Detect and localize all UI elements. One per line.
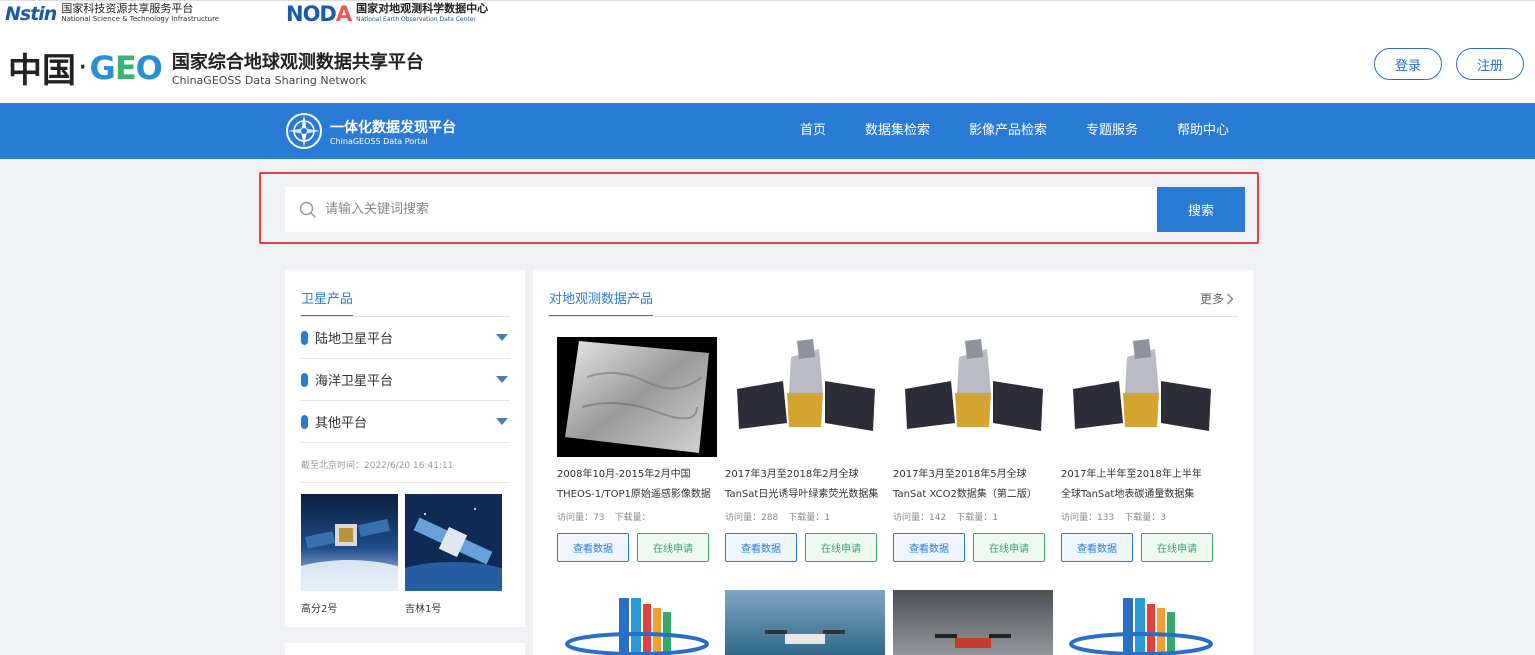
product-thumbnail[interactable]: [893, 337, 1053, 457]
satellite-image: [1061, 337, 1221, 457]
noda-logo[interactable]: NODA 国家对地观测科学数据中心 National Earth Observa…: [286, 2, 489, 26]
nstin-mark: Nstin: [5, 3, 57, 25]
product-thumbnail[interactable]: [1061, 337, 1221, 457]
search-icon: [299, 201, 317, 219]
satellite-image: [893, 337, 1053, 457]
tab-satellite-products[interactable]: 卫星产品: [301, 288, 354, 317]
search-input[interactable]: [325, 187, 1145, 232]
brand-geo: GEO: [89, 48, 163, 87]
nav-dataset-search[interactable]: 数据集检索: [865, 103, 930, 159]
product-card: 2017年3月至2018年2月全球 TanSat日光诱导叶绿素荧光数据集 访问量…: [725, 337, 885, 562]
caret-down-icon: [496, 418, 508, 425]
product-title-line1: 2017年上半年至2018年上半年: [1061, 469, 1202, 480]
compass-icon: [286, 113, 322, 149]
logo-image: [557, 590, 717, 655]
chevron-right-icon: [1226, 292, 1234, 305]
sidebar-item-land-satellite[interactable]: 陆地卫星平台: [301, 317, 510, 359]
product-thumbnail[interactable]: [557, 590, 717, 655]
portal-title-en: ChinaGEOSS Data Portal: [330, 136, 428, 146]
apply-online-button[interactable]: 在线申请: [805, 533, 877, 562]
product-title-line2: TanSat日光诱导叶绿素荧光数据集: [725, 489, 879, 500]
search-box: [285, 187, 1157, 232]
portal-title-cn: 一体化数据发现平台: [330, 119, 456, 136]
thumb-caption-jl1: 吉林1号: [405, 604, 442, 615]
caret-down-icon: [496, 376, 508, 383]
noda-mark: NODA: [286, 2, 352, 26]
download-count: 下载量：1: [788, 513, 830, 523]
more-link[interactable]: 更多: [1200, 290, 1234, 307]
satellite-image: [725, 337, 885, 457]
logo-image: [1061, 590, 1221, 655]
satellite-image: [405, 494, 502, 591]
product-title-line1: 2017年3月至2018年2月全球: [725, 469, 859, 480]
noda-name-en: National Earth Observation Data Center: [356, 16, 476, 23]
bullet-icon: [301, 330, 308, 345]
view-data-button[interactable]: 查看数据: [557, 533, 629, 562]
sidebar-item-other-platform[interactable]: 其他平台: [301, 401, 510, 443]
download-count: 下载量：3: [1124, 513, 1166, 523]
nav-home[interactable]: 首页: [800, 103, 826, 159]
visit-count: 访问量：73: [557, 513, 605, 523]
noda-name-cn: 国家对地观测科学数据中心: [356, 2, 489, 15]
nstin-name-cn: 国家科技资源共享服务平台: [61, 2, 194, 15]
header: Nstin 国家科技资源共享服务平台 National Science & Te…: [0, 0, 1535, 103]
sidebar-panel: 卫星产品 陆地卫星平台 海洋卫星平台 其他平台 截至北京时间：2022/6/20…: [285, 270, 525, 627]
login-button[interactable]: 登录: [1374, 48, 1442, 80]
search-button[interactable]: 搜索: [1157, 187, 1245, 232]
product-title-line2: 全球TanSat地表碳通量数据集: [1061, 489, 1195, 500]
view-data-button[interactable]: 查看数据: [1061, 533, 1133, 562]
update-time: 截至北京时间：2022/6/20 16:41:11: [301, 461, 454, 471]
drone-image: [725, 590, 885, 655]
register-button[interactable]: 注册: [1456, 48, 1524, 80]
main-nav: 一体化数据发现平台 ChinaGEOSS Data Portal 首页 数据集检…: [0, 103, 1535, 159]
nstin-name-en: National Science & Technology Infrastruc…: [61, 15, 220, 23]
sidebar-item-ocean-satellite[interactable]: 海洋卫星平台: [301, 359, 510, 401]
product-card: 2017年3月至2018年5月全球 TanSat XCO2数据集（第二版） 访问…: [893, 337, 1053, 562]
apply-online-button[interactable]: 在线申请: [973, 533, 1045, 562]
product-thumbnail[interactable]: [725, 337, 885, 457]
view-data-button[interactable]: 查看数据: [725, 533, 797, 562]
satellite-thumb-gf2[interactable]: [301, 494, 398, 591]
sar-image: [557, 337, 717, 457]
product-title-line1: 2017年3月至2018年5月全球: [893, 469, 1027, 480]
brand-title-en: ChinaGEOSS Data Sharing Network: [171, 74, 367, 87]
chinageoss-logo[interactable]: 中国 · GEO 国家综合地球观测数据共享平台 ChinaGEOSS Data …: [8, 43, 424, 92]
satellite-image: [301, 494, 398, 591]
visit-count: 访问量：142: [893, 513, 947, 523]
bullet-icon: [301, 414, 308, 429]
product-thumbnail[interactable]: [557, 337, 717, 457]
drone-image: [893, 590, 1053, 655]
nav-help-center[interactable]: 帮助中心: [1177, 103, 1229, 159]
visit-count: 访问量：133: [1061, 513, 1115, 523]
download-count: 下载量：1: [956, 513, 998, 523]
product-card: 2008年10月-2015年2月中国 THEOS-1/TOP1原始遥感影像数据 …: [557, 337, 717, 562]
product-card: 2017年上半年至2018年上半年 全球TanSat地表碳通量数据集 访问量：1…: [1061, 337, 1221, 562]
product-thumbnail[interactable]: [725, 590, 885, 655]
sidebar-panel-secondary: [285, 643, 525, 655]
tab-earth-observation-products[interactable]: 对地观测数据产品: [549, 288, 654, 317]
portal-logo[interactable]: 一体化数据发现平台 ChinaGEOSS Data Portal: [284, 111, 456, 151]
thumb-caption-gf2: 高分2号: [301, 604, 338, 615]
product-thumbnail[interactable]: [1061, 590, 1221, 655]
bullet-icon: [301, 372, 308, 387]
product-title-line2: TanSat XCO2数据集（第二版）: [893, 489, 1037, 500]
nav-thematic-services[interactable]: 专题服务: [1086, 103, 1138, 159]
products-panel: 对地观测数据产品 更多 2008年10月-2015年2月中国 THEOS-1/T…: [533, 270, 1253, 655]
satellite-thumb-jl1[interactable]: [405, 494, 502, 591]
download-count: 下载量：: [614, 513, 651, 523]
visit-count: 访问量：288: [725, 513, 779, 523]
view-data-button[interactable]: 查看数据: [893, 533, 965, 562]
product-thumbnail[interactable]: [893, 590, 1053, 655]
brand-zhongguo: 中国: [8, 51, 76, 91]
caret-down-icon: [496, 334, 508, 341]
nstin-logo[interactable]: Nstin 国家科技资源共享服务平台 National Science & Te…: [5, 3, 219, 25]
nav-image-search[interactable]: 影像产品检索: [969, 103, 1047, 159]
product-title-line1: 2008年10月-2015年2月中国: [557, 469, 691, 480]
product-title-line2: THEOS-1/TOP1原始遥感影像数据: [557, 489, 711, 500]
apply-online-button[interactable]: 在线申请: [1141, 533, 1213, 562]
apply-online-button[interactable]: 在线申请: [637, 533, 709, 562]
brand-title-cn: 国家综合地球观测数据共享平台: [171, 52, 424, 73]
